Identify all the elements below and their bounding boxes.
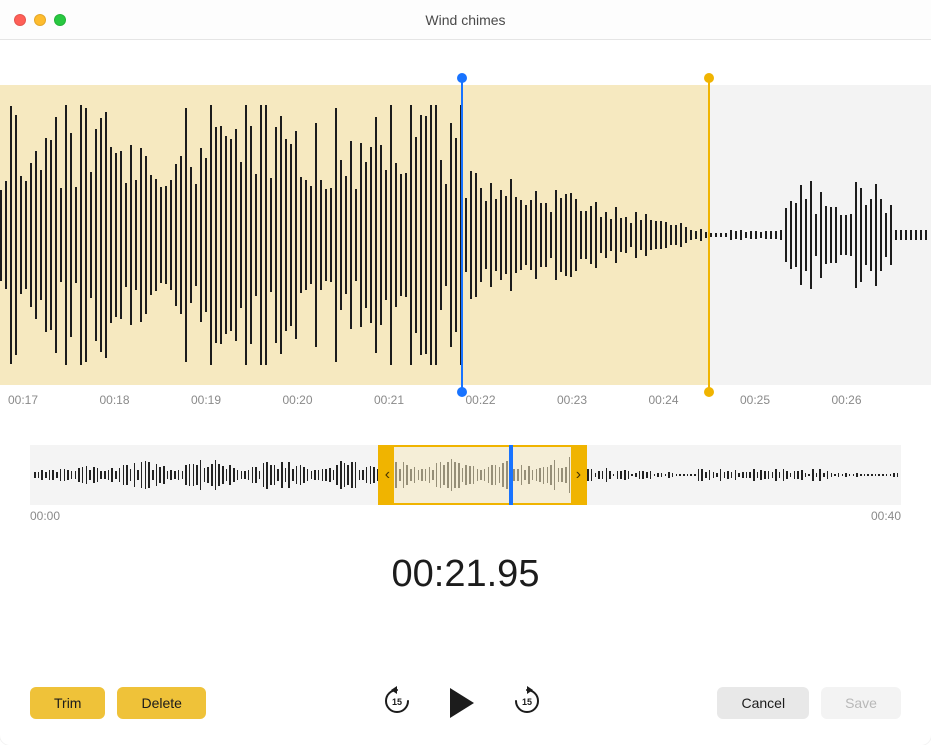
window-title: Wind chimes xyxy=(0,12,931,28)
ruler-label: 00:20 xyxy=(283,393,375,415)
time-ruler: 00:1700:1800:1900:2000:2100:2200:2300:24… xyxy=(0,385,931,415)
skip-forward-15-button[interactable]: 15 xyxy=(508,682,546,723)
play-icon xyxy=(450,688,474,718)
bottom-toolbar: Trim Delete 15 15 Cancel Save xyxy=(30,682,901,723)
ruler-label: 00:18 xyxy=(100,393,192,415)
trim-handle-right[interactable]: › xyxy=(571,447,585,503)
trim-button[interactable]: Trim xyxy=(30,687,105,719)
playhead-marker[interactable] xyxy=(461,79,463,391)
overview-end-time: 00:40 xyxy=(871,509,901,523)
ruler-label: 00:22 xyxy=(466,393,558,415)
close-window-button[interactable] xyxy=(14,14,26,26)
save-button: Save xyxy=(821,687,901,719)
main-waveform-area[interactable] xyxy=(0,85,931,385)
ruler-label: 00:24 xyxy=(649,393,741,415)
skip-forward-icon: 15 xyxy=(512,686,542,716)
overview-start-time: 00:00 xyxy=(30,509,60,523)
svg-text:15: 15 xyxy=(392,697,402,707)
ruler-label: 00:17 xyxy=(8,393,100,415)
minimize-window-button[interactable] xyxy=(34,14,46,26)
ruler-label: 00:26 xyxy=(832,393,924,415)
ruler-label: 00:23 xyxy=(557,393,649,415)
ruler-label: 00:19 xyxy=(191,393,283,415)
ruler-label: 00:25 xyxy=(740,393,832,415)
overview-waveform-area[interactable]: ‹ › xyxy=(30,445,901,505)
ruler-label: 00:21 xyxy=(374,393,466,415)
play-button[interactable] xyxy=(446,684,478,722)
trim-end-marker[interactable] xyxy=(708,79,710,391)
zoom-window-button[interactable] xyxy=(54,14,66,26)
svg-text:15: 15 xyxy=(522,697,532,707)
skip-back-icon: 15 xyxy=(382,686,412,716)
main-waveform[interactable] xyxy=(0,85,931,385)
cancel-button[interactable]: Cancel xyxy=(717,687,809,719)
trim-handle-left[interactable]: ‹ xyxy=(380,447,394,503)
delete-button[interactable]: Delete xyxy=(117,687,205,719)
overview-playhead[interactable] xyxy=(509,445,513,505)
current-time-display: 00:21.95 xyxy=(0,553,931,596)
traffic-lights xyxy=(14,14,66,26)
window-titlebar: Wind chimes xyxy=(0,0,931,40)
skip-back-15-button[interactable]: 15 xyxy=(378,682,416,723)
trim-selection-box[interactable]: ‹ › xyxy=(378,445,587,505)
overview-timecodes: 00:00 00:40 xyxy=(30,509,901,523)
